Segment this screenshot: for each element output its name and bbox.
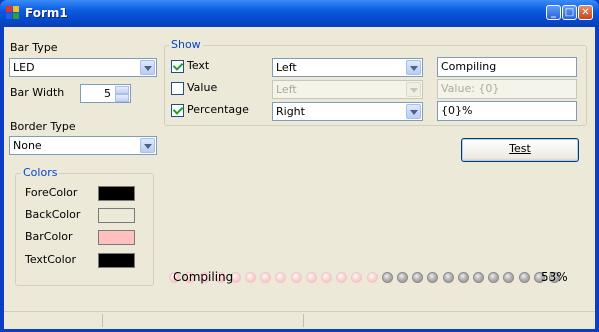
maximize-icon[interactable]: □: [562, 5, 577, 20]
chevron-down-icon[interactable]: [140, 60, 155, 75]
bar-width-value: 5: [104, 87, 111, 100]
form-window: Form1 _ □ ✕ Bar Type LED Bar Width 5 Bor…: [0, 0, 599, 332]
status-panel: [103, 314, 304, 327]
chevron-down-icon[interactable]: [406, 60, 421, 75]
led-segment: [397, 272, 408, 283]
checkbox-text[interactable]: [171, 60, 184, 73]
border-type-combo[interactable]: None: [9, 136, 157, 155]
led-segment: [305, 272, 317, 283]
checkbox-percentage[interactable]: [171, 104, 184, 117]
spin-up-icon[interactable]: [115, 86, 129, 94]
led-segment: [412, 272, 424, 283]
format-field-value: Value: {0}: [437, 79, 577, 99]
checkbox-value[interactable]: [171, 82, 184, 95]
close-icon[interactable]: ✕: [578, 5, 593, 20]
format-value: Compiling: [441, 60, 497, 73]
color-label: TextColor: [25, 253, 76, 266]
format-field-percentage[interactable]: {0}%: [437, 101, 577, 121]
border-type-label: Border Type: [10, 120, 76, 133]
checkbox-label: Text: [187, 59, 210, 72]
app-icon: [6, 6, 20, 20]
led-segment: [366, 272, 378, 283]
led-segment: [518, 272, 530, 283]
format-value: {0}%: [441, 104, 473, 117]
progress-text: Compiling: [173, 270, 234, 284]
align-value: Right: [276, 105, 305, 118]
led-segment: [442, 272, 454, 283]
form-client-area: Bar Type LED Bar Width 5 Border Type Non…: [4, 27, 595, 329]
bar-type-combo[interactable]: LED: [9, 58, 157, 77]
led-segment: [473, 272, 484, 283]
checkbox-label: Value: [187, 81, 218, 94]
led-segment: [381, 272, 393, 283]
format-value: Value: {0}: [441, 82, 500, 95]
colors-group-title: Colors: [21, 166, 60, 179]
color-swatch[interactable]: [98, 208, 135, 223]
align-combo-percentage[interactable]: Right: [272, 102, 423, 121]
border-type-value: None: [13, 139, 42, 152]
led-segment: [290, 272, 302, 283]
test-button-label: Test: [509, 142, 531, 155]
minimize-icon[interactable]: _: [546, 5, 561, 20]
bar-type-label: Bar Type: [10, 41, 58, 54]
align-combo-text[interactable]: Left: [272, 58, 423, 77]
checkbox-label: Percentage: [187, 103, 249, 116]
led-segment: [503, 272, 515, 283]
chevron-down-icon[interactable]: [140, 138, 155, 153]
color-swatch[interactable]: [98, 186, 135, 201]
status-bar: [4, 311, 595, 329]
bar-width-label: Bar Width: [10, 86, 65, 99]
led-segment: [321, 272, 332, 283]
chevron-down-icon: [406, 82, 421, 97]
show-group-title: Show: [169, 38, 203, 51]
led-segment: [336, 272, 348, 283]
led-segment: [427, 272, 439, 283]
color-label: BarColor: [25, 230, 73, 243]
color-label: ForeColor: [25, 186, 78, 199]
chevron-down-icon[interactable]: [406, 104, 421, 119]
align-value: Left: [276, 83, 297, 96]
led-progress-bar: Compiling 53%: [167, 270, 585, 286]
title-bar[interactable]: Form1 _ □ ✕: [0, 0, 599, 27]
window-title: Form1: [25, 6, 68, 20]
led-segment: [260, 272, 272, 283]
status-panel: [4, 314, 103, 327]
led-segment: [457, 272, 469, 283]
led-segment: [351, 272, 363, 283]
align-combo-value: Left: [272, 80, 423, 99]
progress-percent: 53%: [541, 270, 568, 284]
led-segment: [245, 272, 256, 283]
align-value: Left: [276, 61, 297, 74]
bar-type-value: LED: [13, 61, 35, 74]
test-button[interactable]: Test: [461, 138, 579, 162]
status-panel: [304, 314, 584, 327]
format-field-text[interactable]: Compiling: [437, 57, 577, 77]
spin-down-icon[interactable]: [115, 94, 129, 102]
bar-width-stepper[interactable]: 5: [80, 84, 131, 103]
led-segment: [488, 272, 500, 283]
color-swatch[interactable]: [98, 253, 135, 268]
color-swatch[interactable]: [98, 230, 135, 245]
led-segment: [275, 272, 287, 283]
color-label: BackColor: [25, 208, 81, 221]
